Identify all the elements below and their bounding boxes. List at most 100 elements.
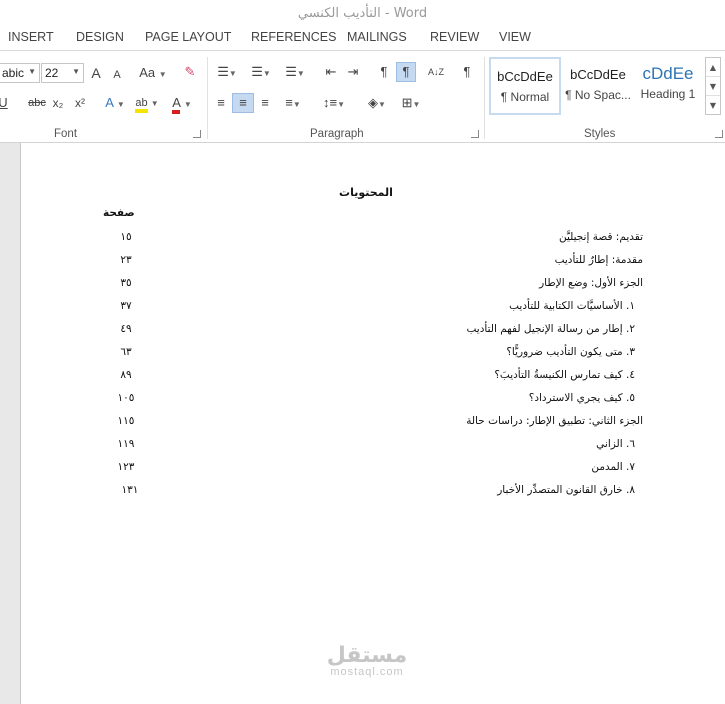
font-size-value: 22 <box>45 66 59 80</box>
paint-bucket-icon: ◈ <box>368 95 379 110</box>
page-column-header: صفحة <box>103 207 135 219</box>
decrease-indent-icon: ⇤ <box>325 64 337 79</box>
toc-entry-page: ٣٥ <box>120 277 132 289</box>
font-color-button[interactable]: A ▼ <box>168 94 196 114</box>
toc-entry-title: ٥. كيف يجري الاسترداد؟ <box>528 392 635 404</box>
tab-mailings[interactable]: MAILINGS <box>347 30 407 44</box>
highlight-button[interactable]: ab ▼ <box>133 94 161 114</box>
style-name: ¶ Normal <box>500 90 550 104</box>
watermark-logo: مستقل mostaql.com <box>317 643 417 678</box>
highlighter-icon: ab <box>135 97 148 113</box>
toc-entry-page: ١٢٣ <box>117 461 135 473</box>
document-area: المحتويات صفحة تقديم: قصة إنجيليَّن ١٥ م… <box>0 143 725 704</box>
ltr-direction-button[interactable]: ¶ <box>374 63 394 83</box>
chevron-down-icon: ▼ <box>412 100 421 109</box>
styles-gallery-scroll[interactable]: ▲ ▼ ▼ <box>705 57 721 115</box>
line-spacing-button[interactable]: ↕≡▼ <box>319 94 349 114</box>
underline-icon: U <box>0 95 8 110</box>
window-title: التأديب الكنسي - Word <box>297 6 428 21</box>
chevron-up-icon[interactable]: ▲ <box>706 58 720 77</box>
styles-dialog-launcher-icon[interactable] <box>715 130 723 138</box>
line-spacing-icon: ↕≡ <box>322 95 338 110</box>
style-sample: bCcDdEe <box>497 69 553 84</box>
toc-entry-title: ٢. إطار من رسالة الإنجيل لفهم التأديب <box>466 323 635 335</box>
shading-button[interactable]: ◈▼ <box>362 94 392 114</box>
more-styles-icon[interactable]: ▼ <box>706 96 720 115</box>
paragraph-dialog-launcher-icon[interactable] <box>471 130 479 138</box>
font-name-combo[interactable]: abic ▼ <box>0 63 40 83</box>
align-center-button[interactable]: ≡ <box>232 93 254 113</box>
chevron-down-icon[interactable]: ▼ <box>28 67 36 76</box>
style-name: ¶ No Spac... <box>565 88 631 102</box>
font-group-label: Font <box>54 128 78 140</box>
watermark-arabic: مستقل <box>326 643 408 668</box>
align-right-button[interactable]: ≡ <box>256 94 274 114</box>
borders-button[interactable]: ⊞▼ <box>396 94 426 114</box>
text-effects-button[interactable]: A ▼ <box>102 94 128 114</box>
ribbon: abic ▼ 22 ▼ A A Aa ▼ ✎ U abc x₂ x² A ▼ a… <box>0 50 725 143</box>
underline-button[interactable]: U <box>0 94 8 114</box>
toc-entry-title: ٨. خارق القانون المتصدِّر الأخبار <box>497 484 635 496</box>
toc-entry-page: ١٥ <box>120 231 132 243</box>
justify-button[interactable]: ≡▼ <box>279 94 307 114</box>
document-page[interactable]: المحتويات صفحة تقديم: قصة إنجيليَّن ١٥ م… <box>20 143 725 704</box>
font-name-value: abic <box>2 66 25 80</box>
numbering-button[interactable]: ☰▼ <box>247 63 275 83</box>
tab-page-layout[interactable]: PAGE LAYOUT <box>145 30 231 44</box>
tab-insert[interactable]: INSERT <box>8 30 54 44</box>
superscript-button[interactable]: x² <box>72 94 88 114</box>
numbering-icon: ☰ <box>251 64 263 79</box>
chevron-down-icon: ▼ <box>116 100 125 109</box>
style-normal[interactable]: bCcDdEe ¶ Normal <box>489 57 561 115</box>
style-no-spacing[interactable]: bCcDdEe ¶ No Spac... <box>562 57 634 115</box>
tab-view[interactable]: VIEW <box>499 30 531 44</box>
decrease-indent-button[interactable]: ⇤ <box>322 63 340 83</box>
tab-review[interactable]: REVIEW <box>430 30 479 44</box>
show-marks-button[interactable]: ¶ <box>458 63 476 83</box>
shrink-font-icon: A <box>113 69 121 81</box>
ribbon-tabs: INSERT DESIGN PAGE LAYOUT REFERENCES MAI… <box>0 28 725 50</box>
toc-entry-page: ٦٣ <box>120 346 132 358</box>
toc-entry-title: الجزء الثاني: تطبيق الإطار: دراسات حالة <box>466 415 643 427</box>
tab-references[interactable]: REFERENCES <box>251 30 336 44</box>
change-case-button[interactable]: Aa ▼ <box>138 64 168 84</box>
toc-entry-title: ١. الأساسيَّات الكتابية للتأديب <box>509 300 635 312</box>
strikethrough-button[interactable]: abc <box>26 94 48 114</box>
align-left-button[interactable]: ≡ <box>212 94 230 114</box>
font-size-combo[interactable]: 22 ▼ <box>41 63 84 83</box>
group-divider <box>484 57 485 139</box>
style-sample: cDdEe <box>642 64 694 83</box>
clear-formatting-button[interactable]: ✎ <box>180 63 200 83</box>
subscript-button[interactable]: x₂ <box>50 94 66 114</box>
styles-group-label: Styles <box>584 128 616 140</box>
bullets-icon: ☰ <box>217 64 229 79</box>
multilevel-list-button[interactable]: ☰▼ <box>281 63 309 83</box>
style-heading-1[interactable]: cDdEe Heading 1 <box>632 57 704 115</box>
increase-indent-button[interactable]: ⇥ <box>344 63 362 83</box>
chevron-down-icon[interactable]: ▼ <box>706 77 720 96</box>
shrink-font-button[interactable]: A <box>111 66 123 86</box>
tab-design[interactable]: DESIGN <box>76 30 124 44</box>
toc-entry-title: مقدمة: إطارٌ للتأديب <box>554 254 643 266</box>
align-center-icon: ≡ <box>239 95 247 110</box>
align-right-icon: ≡ <box>261 95 269 110</box>
chevron-down-icon: ▼ <box>150 99 159 108</box>
toc-entry-title: الجزء الأول: وضع الإطار <box>539 277 643 289</box>
font-color-icon: A <box>172 95 181 114</box>
sort-icon: A↓Z <box>427 67 444 77</box>
chevron-down-icon: ▼ <box>228 69 237 78</box>
bullets-button[interactable]: ☰▼ <box>213 63 241 83</box>
toc-entry-title: ٤. كيف تمارس الكنيسةُ التأديبَ؟ <box>494 369 635 381</box>
chevron-down-icon: ▼ <box>292 100 301 109</box>
toc-entry-title: تقديم: قصة إنجيليَّن <box>558 231 643 243</box>
grow-font-button[interactable]: A <box>89 64 103 84</box>
chevron-down-icon[interactable]: ▼ <box>72 67 80 76</box>
ltr-direction-icon: ¶ <box>380 64 388 79</box>
rtl-direction-button[interactable]: ¶ <box>396 62 416 82</box>
toc-entry-page: ٣٧ <box>120 300 132 312</box>
font-dialog-launcher-icon[interactable] <box>193 130 201 138</box>
sort-button[interactable]: A↓Z <box>424 63 448 83</box>
toc-entry-page: ١١٥ <box>117 415 135 427</box>
subscript-icon: x₂ <box>52 96 64 110</box>
watermark-latin: mostaql.com <box>330 666 404 678</box>
